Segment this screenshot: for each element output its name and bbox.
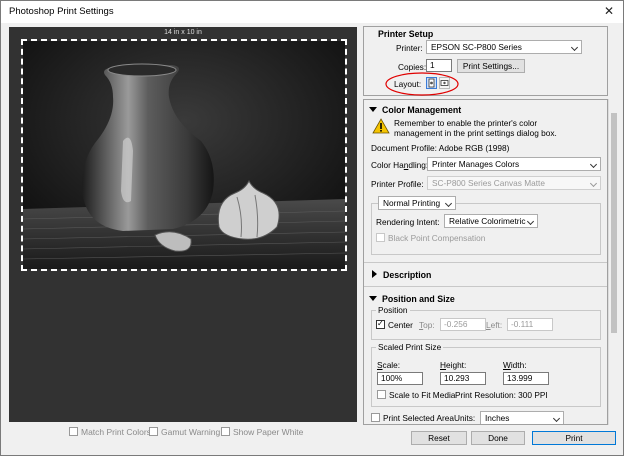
print-preview: 14 in x 10 in [9,27,357,422]
print-settings-window: Photoshop Print Settings ✕ 14 in x 10 in [0,0,624,456]
printer-setup-panel: Printer Setup Printer: EPSON SC-P800 Ser… [363,26,608,96]
reset-button[interactable]: Reset [411,431,467,445]
document-profile: Document Profile: Adobe RGB (1998) [371,143,510,153]
print-settings-button[interactable]: Print Settings... [457,59,525,73]
printer-select[interactable]: EPSON SC-P800 Series [426,40,582,54]
show-paper-white-checkbox[interactable]: Show Paper White [221,427,303,437]
rendering-group [371,203,601,255]
scrollbar-thumb[interactable] [611,113,617,333]
scaled-group-title: Scaled Print Size [376,342,444,352]
units-label: Units: [454,413,476,423]
divider [364,262,607,263]
position-size-header[interactable]: Position and Size [369,294,455,304]
highlight-ellipse [385,72,459,96]
collapse-arrow-icon [369,296,377,301]
preview-image[interactable] [21,39,347,271]
settings-scrollbar[interactable] [608,99,618,425]
printer-profile-select[interactable]: SC-P800 Series Canvas Matte [427,176,601,190]
match-print-colors-checkbox[interactable]: Match Print Colors [69,427,151,437]
title-bar: Photoshop Print Settings ✕ [1,1,623,23]
scale-input[interactable]: 100% [377,372,423,385]
normal-printing-select[interactable]: Normal Printing [378,196,456,210]
print-selected-area-checkbox[interactable]: Print Selected Area [371,413,454,423]
width-label: Width: [503,360,527,370]
description-header[interactable]: Description [372,270,431,280]
print-button[interactable]: Print [532,431,616,445]
document-size-label: 14 in x 10 in [164,29,202,36]
collapse-arrow-icon [369,107,377,112]
scale-label: Scale: [377,360,401,370]
color-management-header[interactable]: Color Management [369,105,461,115]
done-button[interactable]: Done [471,431,525,445]
top-label: Top: [419,320,435,330]
warning-text-1: Remember to enable the printer's color [394,118,538,128]
color-handling-select[interactable]: Printer Manages Colors [427,157,601,171]
print-resolution: Print Resolution: 300 PPI [455,390,548,400]
color-handling-label: Color Handling: [371,160,429,170]
scale-to-fit-checkbox[interactable]: Scale to Fit Media [377,390,455,400]
settings-scroll-panel[interactable]: Color Management Remember to enable the … [363,99,608,425]
black-point-checkbox[interactable]: Black Point Compensation [376,233,485,243]
printer-profile-label: Printer Profile: [371,179,424,189]
height-input[interactable]: 10.293 [440,372,486,385]
width-input[interactable]: 13.999 [503,372,549,385]
left-input[interactable]: -0.111 [507,318,553,331]
rendering-intent-label: Rendering Intent: [376,217,440,227]
top-input[interactable]: -0.256 [440,318,486,331]
warning-text-2: management in the print settings dialog … [394,128,557,138]
printer-setup-title: Printer Setup [378,29,434,39]
height-label: Height: [440,360,467,370]
center-checkbox[interactable]: Center [376,320,413,330]
close-icon[interactable]: ✕ [601,3,617,19]
position-group-title: Position [376,305,410,315]
window-title: Photoshop Print Settings [9,6,114,17]
still-life-photo [23,41,345,269]
left-label: Left: [486,320,503,330]
gamut-warning-checkbox[interactable]: Gamut Warning [149,427,220,437]
warning-icon [372,118,390,134]
rendering-intent-select[interactable]: Relative Colorimetric [444,214,538,228]
units-select[interactable]: Inches [480,411,564,424]
printer-label: Printer: [396,43,423,53]
expand-arrow-icon [372,270,377,278]
divider [364,286,607,287]
